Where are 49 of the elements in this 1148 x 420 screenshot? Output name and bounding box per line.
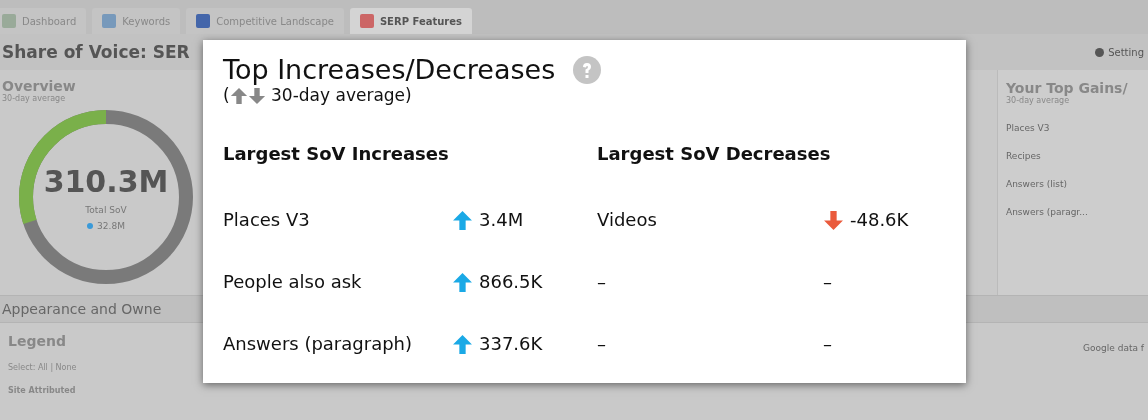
change-value: 3.4M	[452, 209, 597, 271]
panel-title: Your Top Gains/	[1006, 80, 1129, 96]
tab-icon	[359, 14, 374, 28]
feature-name: People also ask	[223, 271, 363, 294]
tab-icon	[2, 14, 16, 28]
column-heading: Largest SoV Decreases	[597, 143, 832, 166]
tab-icon	[102, 14, 117, 28]
change-value: 866.5K	[452, 271, 597, 333]
gain-item: Recipes	[1006, 151, 1042, 161]
up-arrow-icon	[452, 272, 473, 293]
up-arrow-icon	[452, 334, 473, 355]
popup-subtitle: ( 30-day average)	[223, 85, 413, 105]
panel-title: Overview	[2, 78, 77, 94]
feature-name: Videos	[597, 209, 658, 232]
up-arrow-icon	[452, 210, 473, 231]
tab[interactable]: SERP Features	[349, 8, 472, 34]
feature-name: –	[597, 333, 607, 356]
down-arrow-icon	[247, 86, 266, 105]
select-links[interactable]: Select: All | None	[8, 363, 77, 372]
change-value: 32.8M	[87, 220, 125, 231]
column-heading: Largest SoV Increases	[223, 143, 450, 166]
feature-name: Places V3	[223, 209, 311, 232]
legend-title: Legend	[8, 333, 67, 349]
gain-item: Places V3	[1006, 123, 1051, 133]
help-icon[interactable]	[573, 55, 602, 84]
tab-icon	[196, 14, 211, 28]
feature-name: Answers (paragraph)	[223, 333, 414, 356]
total-label: Total SoV	[85, 204, 127, 215]
gain-item: Answers (list)	[1006, 179, 1068, 189]
tab[interactable]: Competitive Landscape	[186, 8, 344, 34]
settings-link[interactable]: Setting	[1095, 46, 1144, 58]
feature-name: –	[597, 271, 607, 294]
data-note: Google data f	[1083, 343, 1144, 355]
tab[interactable]: Keywords	[92, 8, 181, 34]
change-value: –	[823, 333, 833, 356]
panel-subtitle: 30-day average	[2, 94, 67, 103]
panel-subtitle: 30-day average	[1006, 96, 1071, 105]
change-value: 337.6K	[452, 333, 597, 395]
down-arrow-icon	[823, 210, 844, 231]
tab[interactable]: Dashboard	[0, 8, 87, 34]
gain-item: Answers (paragr...	[1006, 207, 1089, 217]
popup-title: Top Increases/Decreases	[223, 54, 556, 85]
up-arrow-icon	[229, 86, 248, 105]
page-title: Share of Voice: SER	[2, 42, 190, 62]
section-title: Appearance and Owne	[2, 301, 162, 317]
change-value: –	[823, 271, 833, 294]
legend-group: Site Attributed	[8, 386, 77, 395]
change-value: -48.6K	[823, 209, 953, 271]
total-value: 310.3M	[43, 163, 169, 199]
